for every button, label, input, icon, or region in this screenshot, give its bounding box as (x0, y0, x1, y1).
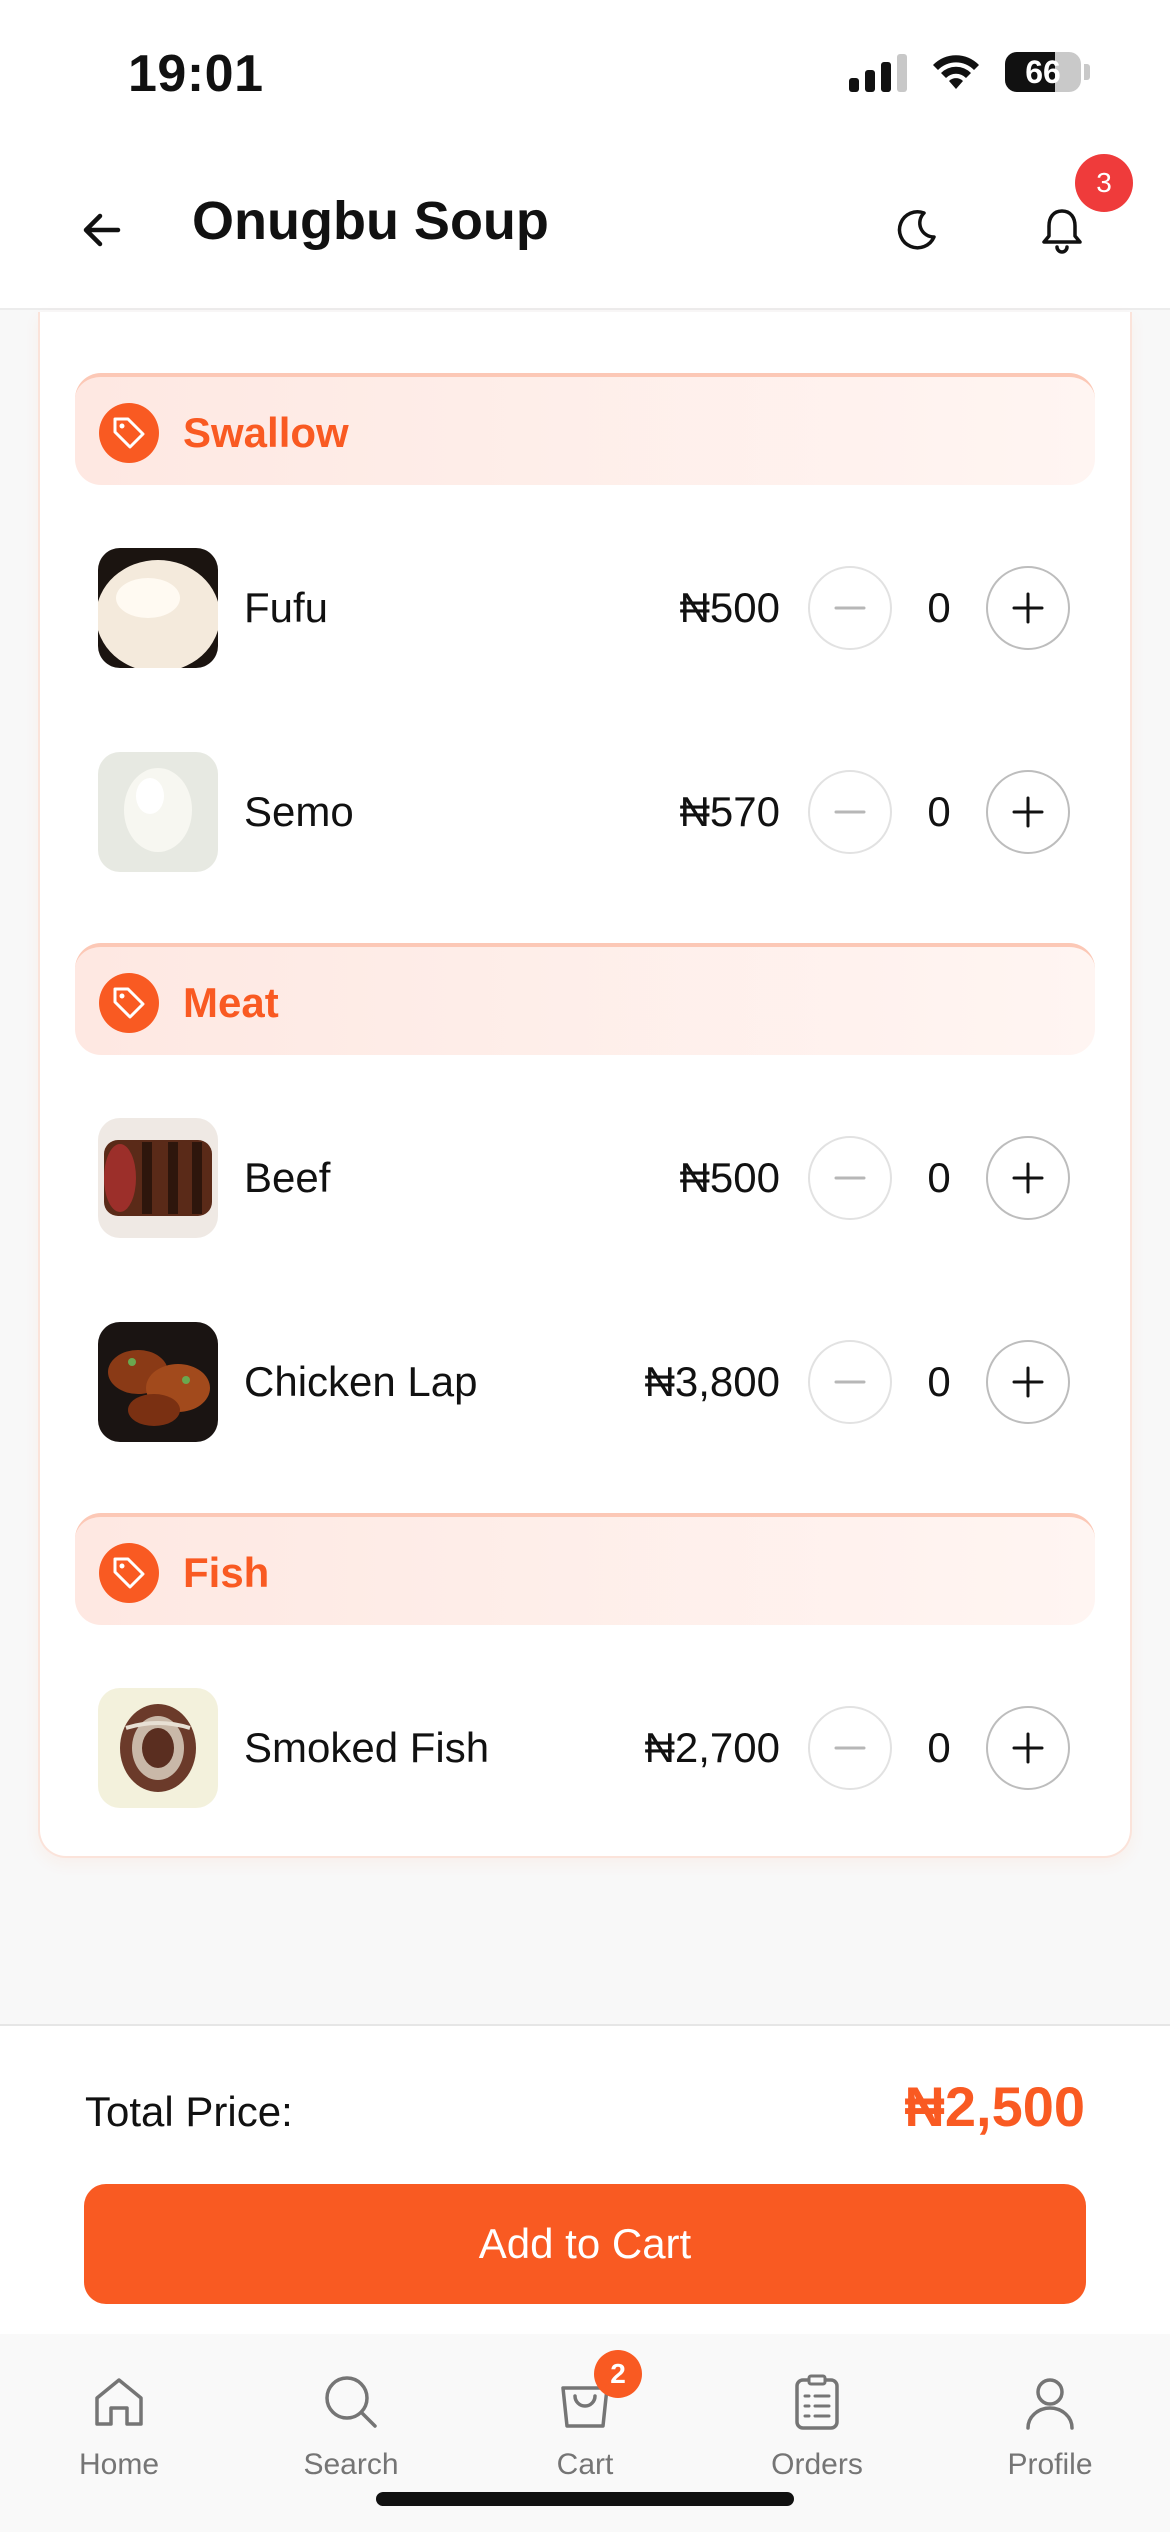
category-header-meat: Meat (75, 943, 1095, 1055)
quantity-value: 0 (927, 1154, 951, 1201)
tag-icon (99, 403, 159, 463)
item-price: ₦3,800 (644, 1358, 780, 1405)
top-app-bar: Onugbu Soup (0, 150, 1170, 310)
status-time: 19:01 (128, 45, 264, 103)
order-summary: Total Price: ₦2,500 Add to Cart (0, 2024, 1170, 2334)
tab-search[interactable]: Search (261, 2370, 441, 2490)
cart-badge: 2 (594, 2350, 642, 2398)
semo-image (98, 752, 218, 872)
minus-icon (834, 1176, 866, 1180)
increase-quantity-button[interactable] (986, 1706, 1070, 1790)
tab-label: Home (78, 2448, 160, 2481)
tab-label: Cart (556, 2448, 614, 2481)
decrease-quantity-button[interactable] (808, 1340, 892, 1424)
tab-cart[interactable]: Cart (495, 2370, 675, 2490)
decrease-quantity-button[interactable] (808, 1136, 892, 1220)
list-item-smoked-fish: Smoked Fish ₦2,700 0 (98, 1684, 1070, 1808)
minus-icon (834, 810, 866, 814)
item-price: ₦500 (679, 584, 780, 631)
item-name: Chicken Lap (244, 1358, 478, 1405)
cellular-signal-icon (849, 52, 907, 92)
minus-icon (834, 1380, 866, 1384)
plus-icon (1012, 1162, 1044, 1194)
item-name: Beef (244, 1154, 331, 1201)
notification-badge: 3 (1075, 154, 1133, 212)
tab-label: Orders (771, 2448, 863, 2481)
tab-label: Search (303, 2448, 399, 2481)
increase-quantity-button[interactable] (986, 566, 1070, 650)
item-price: ₦570 (679, 788, 780, 835)
search-icon (319, 2370, 383, 2434)
chicken-lap-image (98, 1322, 218, 1442)
moon-icon (897, 210, 936, 250)
status-bar: 19:01 66 (0, 0, 1170, 150)
home-icon (87, 2370, 151, 2434)
home-indicator (376, 2492, 794, 2506)
category-label: Swallow (183, 409, 349, 456)
minus-icon (834, 1746, 866, 1750)
tab-orders[interactable]: Orders (727, 2370, 907, 2490)
plus-icon (1012, 592, 1044, 624)
tab-home[interactable]: Home (29, 2370, 209, 2490)
decrease-quantity-button[interactable] (808, 770, 892, 854)
item-name: Smoked Fish (244, 1724, 490, 1771)
add-to-cart-button[interactable]: Add to Cart (84, 2184, 1086, 2304)
quantity-value: 0 (927, 1358, 951, 1405)
increase-quantity-button[interactable] (986, 1136, 1070, 1220)
plus-icon (1012, 796, 1044, 828)
tag-icon (99, 973, 159, 1033)
tag-icon (99, 1543, 159, 1603)
list-item-chicken-lap: Chicken Lap ₦3,800 0 (98, 1318, 1070, 1442)
arrow-left-icon (83, 213, 121, 247)
bell-icon (1042, 209, 1082, 254)
tab-label: Profile (1007, 2448, 1093, 2481)
item-name: Semo (244, 788, 354, 835)
profile-icon (1018, 2370, 1082, 2434)
wifi-icon (933, 55, 979, 89)
tab-profile[interactable]: Profile (960, 2370, 1140, 2490)
notifications-button[interactable] (1030, 198, 1094, 262)
battery-icon: 66 (1005, 52, 1090, 92)
page-title: Onugbu Soup (192, 191, 549, 251)
beef-image (98, 1118, 218, 1238)
total-price-value: ₦2,500 (904, 2075, 1085, 2138)
item-price: ₦2,700 (644, 1724, 780, 1771)
category-label: Meat (183, 979, 279, 1026)
decrease-quantity-button[interactable] (808, 1706, 892, 1790)
orders-icon (785, 2370, 849, 2434)
plus-icon (1012, 1366, 1044, 1398)
quantity-value: 0 (927, 788, 951, 835)
battery-level: 66 (1025, 54, 1061, 90)
item-price: ₦500 (679, 1154, 780, 1201)
increase-quantity-button[interactable] (986, 1340, 1070, 1424)
total-price-label: Total Price: (85, 2088, 293, 2135)
plus-icon (1012, 1732, 1044, 1764)
list-item-fufu: Fufu ₦500 0 (98, 544, 1070, 668)
category-label: Fish (183, 1549, 270, 1596)
list-item-semo: Semo ₦570 0 (98, 748, 1070, 872)
list-item-beef: Beef ₦500 0 (98, 1114, 1070, 1238)
quantity-value: 0 (927, 1724, 951, 1771)
smoked-fish-image (98, 1688, 218, 1808)
minus-icon (834, 606, 866, 610)
quantity-value: 0 (927, 584, 951, 631)
category-header-fish: Fish (75, 1513, 1095, 1625)
fufu-image (98, 548, 218, 668)
item-name: Fufu (244, 584, 329, 631)
status-icons: 66 (849, 52, 1090, 92)
category-header-swallow: Swallow (75, 373, 1095, 485)
theme-toggle-button[interactable] (885, 198, 949, 262)
increase-quantity-button[interactable] (986, 770, 1070, 854)
back-button[interactable] (70, 198, 134, 262)
decrease-quantity-button[interactable] (808, 566, 892, 650)
